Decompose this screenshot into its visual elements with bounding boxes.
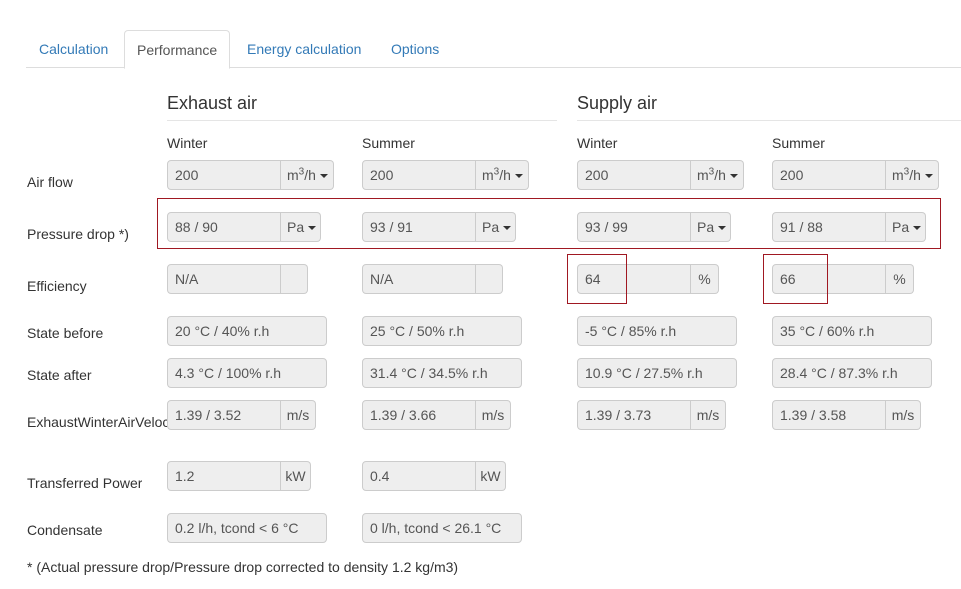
velocity-unit-addon: m/s	[886, 400, 921, 430]
condensate-exhaust-winter-input[interactable]: 0.2 l/h, tcond < 6 °C	[167, 513, 327, 543]
unit-label: m3/h	[892, 166, 921, 183]
caret-down-icon	[308, 226, 317, 231]
caret-down-icon	[718, 226, 727, 231]
air-flow-supply-summer-input[interactable]: 200	[772, 160, 886, 190]
unit-label: m3/h	[697, 166, 726, 183]
row-label-air-velocity: ExhaustWinterAirVelocity	[27, 414, 169, 430]
efficiency-exhaust-summer-input[interactable]: N/A	[362, 264, 476, 294]
power-unit-addon: kW	[476, 461, 506, 491]
pressure-unit-dropdown[interactable]: Pa	[476, 212, 516, 242]
pressure-drop-exhaust-winter-input[interactable]: 88 / 90	[167, 212, 281, 242]
efficiency-supply-summer-input[interactable]: 66	[772, 264, 886, 294]
row-label-pressure-drop: Pressure drop *)	[27, 226, 129, 242]
percent-addon: %	[886, 264, 914, 294]
supply-winter-label: Winter	[577, 135, 618, 151]
state-before-exhaust-winter-input[interactable]: 20 °C / 40% r.h	[167, 316, 327, 346]
air-flow-unit-dropdown[interactable]: m3/h	[476, 160, 529, 190]
pressure-drop-footnote: * (Actual pressure drop/Pressure drop co…	[27, 559, 459, 575]
state-before-supply-summer-input[interactable]: 35 °C / 60% r.h	[772, 316, 932, 346]
efficiency-exhaust-winter-input[interactable]: N/A	[167, 264, 281, 294]
state-after-exhaust-summer-input[interactable]: 31.4 °C / 34.5% r.h	[362, 358, 522, 388]
unit-label: Pa	[892, 219, 910, 235]
efficiency-supply-winter-input[interactable]: 64	[577, 264, 691, 294]
caret-down-icon	[913, 226, 922, 231]
tab-options[interactable]: Options	[379, 30, 451, 68]
row-label-air-flow: Air flow	[27, 174, 73, 190]
velocity-exhaust-summer-input[interactable]: 1.39 / 3.66	[362, 400, 476, 430]
state-before-supply-winter-input[interactable]: -5 °C / 85% r.h	[577, 316, 737, 346]
supply-divider	[577, 120, 961, 121]
caret-down-icon	[924, 174, 933, 179]
air-flow-unit-dropdown[interactable]: m3/h	[886, 160, 939, 190]
velocity-unit-addon: m/s	[281, 400, 316, 430]
efficiency-empty-addon	[281, 264, 308, 294]
supply-summer-label: Summer	[772, 135, 825, 151]
unit-label: Pa	[287, 219, 305, 235]
caret-down-icon	[514, 174, 523, 179]
exhaust-divider	[167, 120, 557, 121]
row-label-efficiency: Efficiency	[27, 278, 87, 294]
transferred-power-exhaust-winter-input[interactable]: 1.2	[167, 461, 281, 491]
pressure-unit-dropdown[interactable]: Pa	[886, 212, 926, 242]
pressure-unit-dropdown[interactable]: Pa	[281, 212, 321, 242]
velocity-supply-summer-input[interactable]: 1.39 / 3.58	[772, 400, 886, 430]
velocity-supply-winter-input[interactable]: 1.39 / 3.73	[577, 400, 691, 430]
air-flow-unit-dropdown[interactable]: m3/h	[281, 160, 334, 190]
efficiency-empty-addon	[476, 264, 503, 294]
exhaust-summer-label: Summer	[362, 135, 415, 151]
air-flow-exhaust-summer-input[interactable]: 200	[362, 160, 476, 190]
state-after-exhaust-winter-input[interactable]: 4.3 °C / 100% r.h	[167, 358, 327, 388]
unit-label: Pa	[697, 219, 715, 235]
caret-down-icon	[503, 226, 512, 231]
unit-label: m3/h	[482, 166, 511, 183]
unit-label: m3/h	[287, 166, 316, 183]
row-label-state-after: State after	[27, 367, 92, 383]
air-flow-unit-dropdown[interactable]: m3/h	[691, 160, 744, 190]
row-label-condensate: Condensate	[27, 522, 103, 538]
unit-label: Pa	[482, 219, 500, 235]
supply-air-heading: Supply air	[577, 93, 658, 113]
row-label-transferred-power: Transferred Power	[27, 475, 143, 491]
pressure-drop-supply-summer-input[interactable]: 91 / 88	[772, 212, 886, 242]
exhaust-winter-label: Winter	[167, 135, 208, 151]
air-flow-supply-winter-input[interactable]: 200	[577, 160, 691, 190]
tab-performance[interactable]: Performance	[124, 30, 231, 69]
exhaust-air-heading: Exhaust air	[167, 93, 258, 113]
pressure-unit-dropdown[interactable]: Pa	[691, 212, 731, 242]
state-after-supply-summer-input[interactable]: 28.4 °C / 87.3% r.h	[772, 358, 932, 388]
velocity-unit-addon: m/s	[476, 400, 511, 430]
tab-energy-calculation[interactable]: Energy calculation	[235, 30, 373, 68]
condensate-exhaust-summer-input[interactable]: 0 l/h, tcond < 26.1 °C	[362, 513, 522, 543]
pressure-drop-supply-winter-input[interactable]: 93 / 99	[577, 212, 691, 242]
velocity-unit-addon: m/s	[691, 400, 726, 430]
caret-down-icon	[319, 174, 328, 179]
caret-down-icon	[729, 174, 738, 179]
row-label-state-before: State before	[27, 325, 104, 341]
state-before-exhaust-summer-input[interactable]: 25 °C / 50% r.h	[362, 316, 522, 346]
transferred-power-exhaust-summer-input[interactable]: 0.4	[362, 461, 476, 491]
pressure-drop-exhaust-summer-input[interactable]: 93 / 91	[362, 212, 476, 242]
percent-addon: %	[691, 264, 719, 294]
tab-calculation[interactable]: Calculation	[27, 30, 120, 68]
velocity-exhaust-winter-input[interactable]: 1.39 / 3.52	[167, 400, 281, 430]
state-after-supply-winter-input[interactable]: 10.9 °C / 27.5% r.h	[577, 358, 737, 388]
air-flow-exhaust-winter-input[interactable]: 200	[167, 160, 281, 190]
power-unit-addon: kW	[281, 461, 311, 491]
